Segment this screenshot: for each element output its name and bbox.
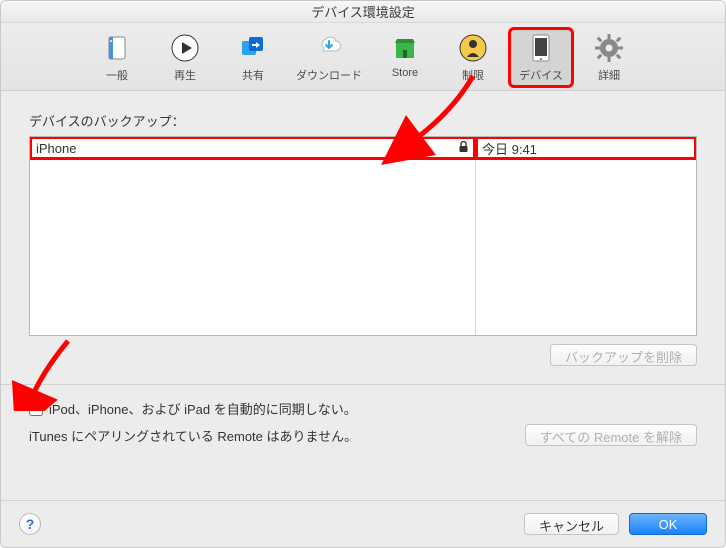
general-icon [100,31,134,65]
tab-sharing[interactable]: 共有 [222,29,284,86]
device-icon [524,31,558,65]
backup-time: 今日 9:41 [482,139,537,158]
cancel-button[interactable]: キャンセル [524,513,619,535]
remote-status-text: iTunes にペアリングされている Remote はありません。 [29,426,357,445]
lock-icon [458,141,469,156]
tab-playback[interactable]: 再生 [154,29,216,86]
play-icon [168,31,202,65]
tab-restrictions[interactable]: 制限 [442,29,504,86]
backup-table[interactable]: iPhone 今日 9:41 [29,136,697,336]
gear-icon [592,31,626,65]
autosync-label: iPod、iPhone、および iPad を自動的に同期しない。 [49,399,357,418]
store-icon [388,31,422,65]
backup-section-label: デバイスのバックアップ： [29,111,697,130]
download-icon [312,31,346,65]
delete-backup-button[interactable]: バックアップを削除 [550,344,697,366]
preferences-window: デバイス環境設定 一般 再生 共有 ダウンロード [0,0,726,548]
autosync-checkbox[interactable] [29,402,43,416]
backup-device-name: iPhone [36,141,76,156]
tab-store[interactable]: Store [374,29,436,86]
content-area: デバイスのバックアップ： iPhone 今日 9:41 バックアップを削除 [1,91,725,500]
tab-downloads[interactable]: ダウンロード [290,29,368,86]
backup-row-name[interactable]: iPhone [30,137,475,159]
footer-bar: ? キャンセル OK [1,500,725,547]
backup-row-time[interactable]: 今日 9:41 [476,137,696,159]
tab-devices[interactable]: デバイス [510,29,572,86]
preferences-toolbar: 一般 再生 共有 ダウンロード Store [1,23,725,91]
divider [1,384,725,385]
ok-button[interactable]: OK [629,513,707,535]
tab-advanced[interactable]: 詳細 [578,29,640,86]
release-remotes-button[interactable]: すべての Remote を解除 [525,424,697,446]
help-button[interactable]: ? [19,513,41,535]
autosync-option-row: iPod、iPhone、および iPad を自動的に同期しない。 [29,399,697,418]
tab-general[interactable]: 一般 [86,29,148,86]
window-title: デバイス環境設定 [1,1,725,23]
sharing-icon [236,31,270,65]
restrictions-icon [456,31,490,65]
